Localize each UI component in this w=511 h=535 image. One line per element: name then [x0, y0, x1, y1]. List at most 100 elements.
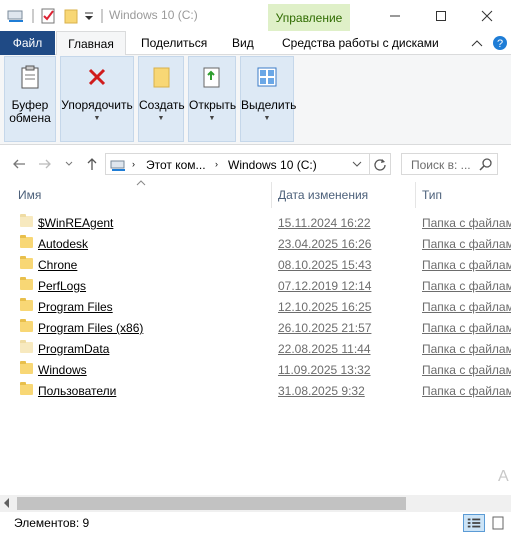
table-row[interactable]: Chrone 08.10.2025 15:43 Папка с файлами — [0, 255, 511, 276]
maximize-icon — [436, 10, 446, 21]
ribbon-tabs: Файл Главная Поделиться Вид Средства раб… — [0, 31, 511, 56]
up-button[interactable] — [83, 155, 101, 173]
file-type: Папка с файлами — [422, 216, 511, 230]
organize-button[interactable]: Упорядочить ▼ — [60, 56, 134, 142]
new-folder-icon[interactable] — [63, 7, 79, 25]
search-placeholder: Поиск в: ... — [411, 158, 471, 172]
new-button[interactable]: Создать ▼ — [138, 56, 185, 142]
file-name[interactable]: Пользователи — [38, 384, 116, 398]
breadcrumb-current[interactable]: Windows 10 (C:) — [228, 158, 317, 172]
drive-icon — [110, 160, 125, 171]
arrow-up-icon — [87, 158, 97, 170]
folder-icon — [20, 214, 33, 227]
file-name[interactable]: Windows — [38, 363, 87, 377]
organize-label: Упорядочить — [61, 98, 133, 112]
open-label: Открыть — [189, 98, 237, 112]
item-count: Элементов: 9 — [14, 516, 90, 530]
close-icon — [481, 10, 493, 21]
file-name[interactable]: Autodesk — [38, 237, 88, 251]
file-date: 11.09.2025 13:32 — [278, 363, 371, 377]
table-row[interactable]: Program Files (x86) 26.10.2025 21:57 Папка… — [0, 318, 511, 339]
table-row[interactable]: Пользователи 31.08.2025 9:32 Папка с файла… — [0, 381, 511, 402]
file-name[interactable]: Chrone — [38, 258, 77, 272]
file-type: Папка с файлами — [422, 363, 511, 377]
file-name[interactable]: PerfLogs — [38, 279, 86, 293]
sort-ascending-icon — [136, 180, 146, 186]
horizontal-scrollbar[interactable] — [0, 495, 511, 512]
clipboard-label: Буфер обмена — [9, 98, 51, 125]
file-type: Папка с файлами — [422, 321, 511, 335]
search-icon — [479, 158, 492, 171]
help-icon[interactable]: ? — [492, 35, 508, 51]
drive-icon[interactable] — [6, 7, 26, 25]
large-icons-view-icon[interactable] — [489, 514, 511, 532]
chevron-down-icon: ▼ — [263, 115, 271, 122]
column-divider[interactable] — [271, 182, 272, 208]
column-divider[interactable] — [415, 182, 416, 208]
search-input[interactable]: Поиск в: ... — [401, 153, 498, 175]
address-dropdown-icon[interactable] — [352, 161, 362, 168]
chevron-down-icon: ▼ — [208, 115, 216, 122]
chevron-down-icon: ▼ — [93, 115, 101, 122]
file-type: Папка с файлами — [422, 237, 511, 251]
tab-share[interactable]: Поделиться — [141, 31, 207, 55]
file-date: 31.08.2025 9:32 — [278, 384, 365, 398]
details-view-icon[interactable] — [463, 514, 485, 532]
tab-file[interactable]: Файл — [0, 31, 55, 55]
column-header-type[interactable]: Тип — [422, 188, 442, 204]
folder-icon — [20, 340, 33, 353]
select-button[interactable]: Выделить ▼ — [240, 56, 297, 142]
table-row[interactable]: Program Files 12.10.2025 16:25 Папка с фай… — [0, 297, 511, 318]
column-header-date[interactable]: Дата изменения — [278, 188, 368, 204]
table-row[interactable]: ProgramData 22.08.2025 11:44 Папка с файла… — [0, 339, 511, 360]
file-date: 23.04.2025 16:26 — [278, 237, 372, 251]
table-row[interactable]: Windows 11.09.2025 13:32 Папка с файлами — [0, 360, 511, 381]
refresh-icon[interactable] — [373, 157, 387, 171]
file-date: 22.08.2025 11:44 — [278, 342, 371, 356]
file-name[interactable]: Program Files — [38, 300, 113, 314]
svg-text:?: ? — [497, 38, 503, 50]
forward-button[interactable] — [36, 155, 54, 173]
breadcrumb-this-pc[interactable]: Этот ком... — [146, 158, 206, 172]
minimize-button[interactable] — [372, 0, 418, 31]
folder-icon — [20, 235, 33, 248]
column-header-name[interactable]: Имя — [18, 188, 41, 204]
tab-home[interactable]: Главная — [56, 31, 126, 56]
file-name[interactable]: Program Files (x86) — [38, 321, 143, 335]
file-date: 15.11.2024 16:22 — [278, 216, 371, 230]
maximize-button[interactable] — [418, 0, 464, 31]
scrollbar-thumb[interactable] — [17, 497, 406, 510]
file-date: 12.10.2025 16:25 — [278, 300, 372, 314]
table-row[interactable]: $WinREAgent 15.11.2024 16:22 Папка с файла… — [0, 213, 511, 234]
tab-view[interactable]: Вид — [232, 31, 254, 55]
breadcrumb-separator-icon: › — [215, 159, 218, 169]
arrow-left-icon — [13, 159, 25, 169]
open-properties-icon — [203, 67, 220, 88]
separator-icon — [32, 9, 34, 23]
clipboard-button[interactable]: Буфер обмена — [4, 56, 56, 142]
back-button[interactable] — [10, 155, 28, 173]
close-button[interactable] — [464, 0, 510, 31]
file-type: Папка с файлами — [422, 258, 511, 272]
tab-manage[interactable]: Управление — [268, 4, 350, 31]
table-row[interactable]: Autodesk 23.04.2025 16:26 Папка с файлами — [0, 234, 511, 255]
delete-icon — [88, 68, 106, 86]
tab-drive-tools[interactable]: Средства работы с дисками — [282, 31, 439, 55]
file-name[interactable]: $WinREAgent — [38, 216, 113, 230]
activation-watermark-icon: A — [498, 468, 509, 485]
separator-icon — [101, 9, 103, 23]
file-date: 08.10.2025 15:43 — [278, 258, 372, 272]
open-button[interactable]: Открыть ▼ — [188, 56, 236, 142]
select-label: Выделить — [241, 98, 297, 112]
divider — [369, 154, 370, 174]
file-name[interactable]: ProgramData — [38, 342, 109, 356]
customize-dropdown-icon[interactable] — [83, 7, 95, 25]
table-row[interactable]: PerfLogs 07.12.2019 12:14 Папка с файлами — [0, 276, 511, 297]
minimize-icon — [390, 15, 400, 16]
properties-icon[interactable] — [40, 7, 58, 25]
scroll-left-icon[interactable] — [4, 498, 9, 508]
address-bar[interactable]: › Этот ком... › Windows 10 (C:) — [105, 153, 391, 175]
recent-dropdown-button[interactable] — [60, 155, 78, 173]
collapse-ribbon-icon[interactable] — [471, 38, 483, 48]
breadcrumb-separator-icon: › — [132, 159, 135, 169]
